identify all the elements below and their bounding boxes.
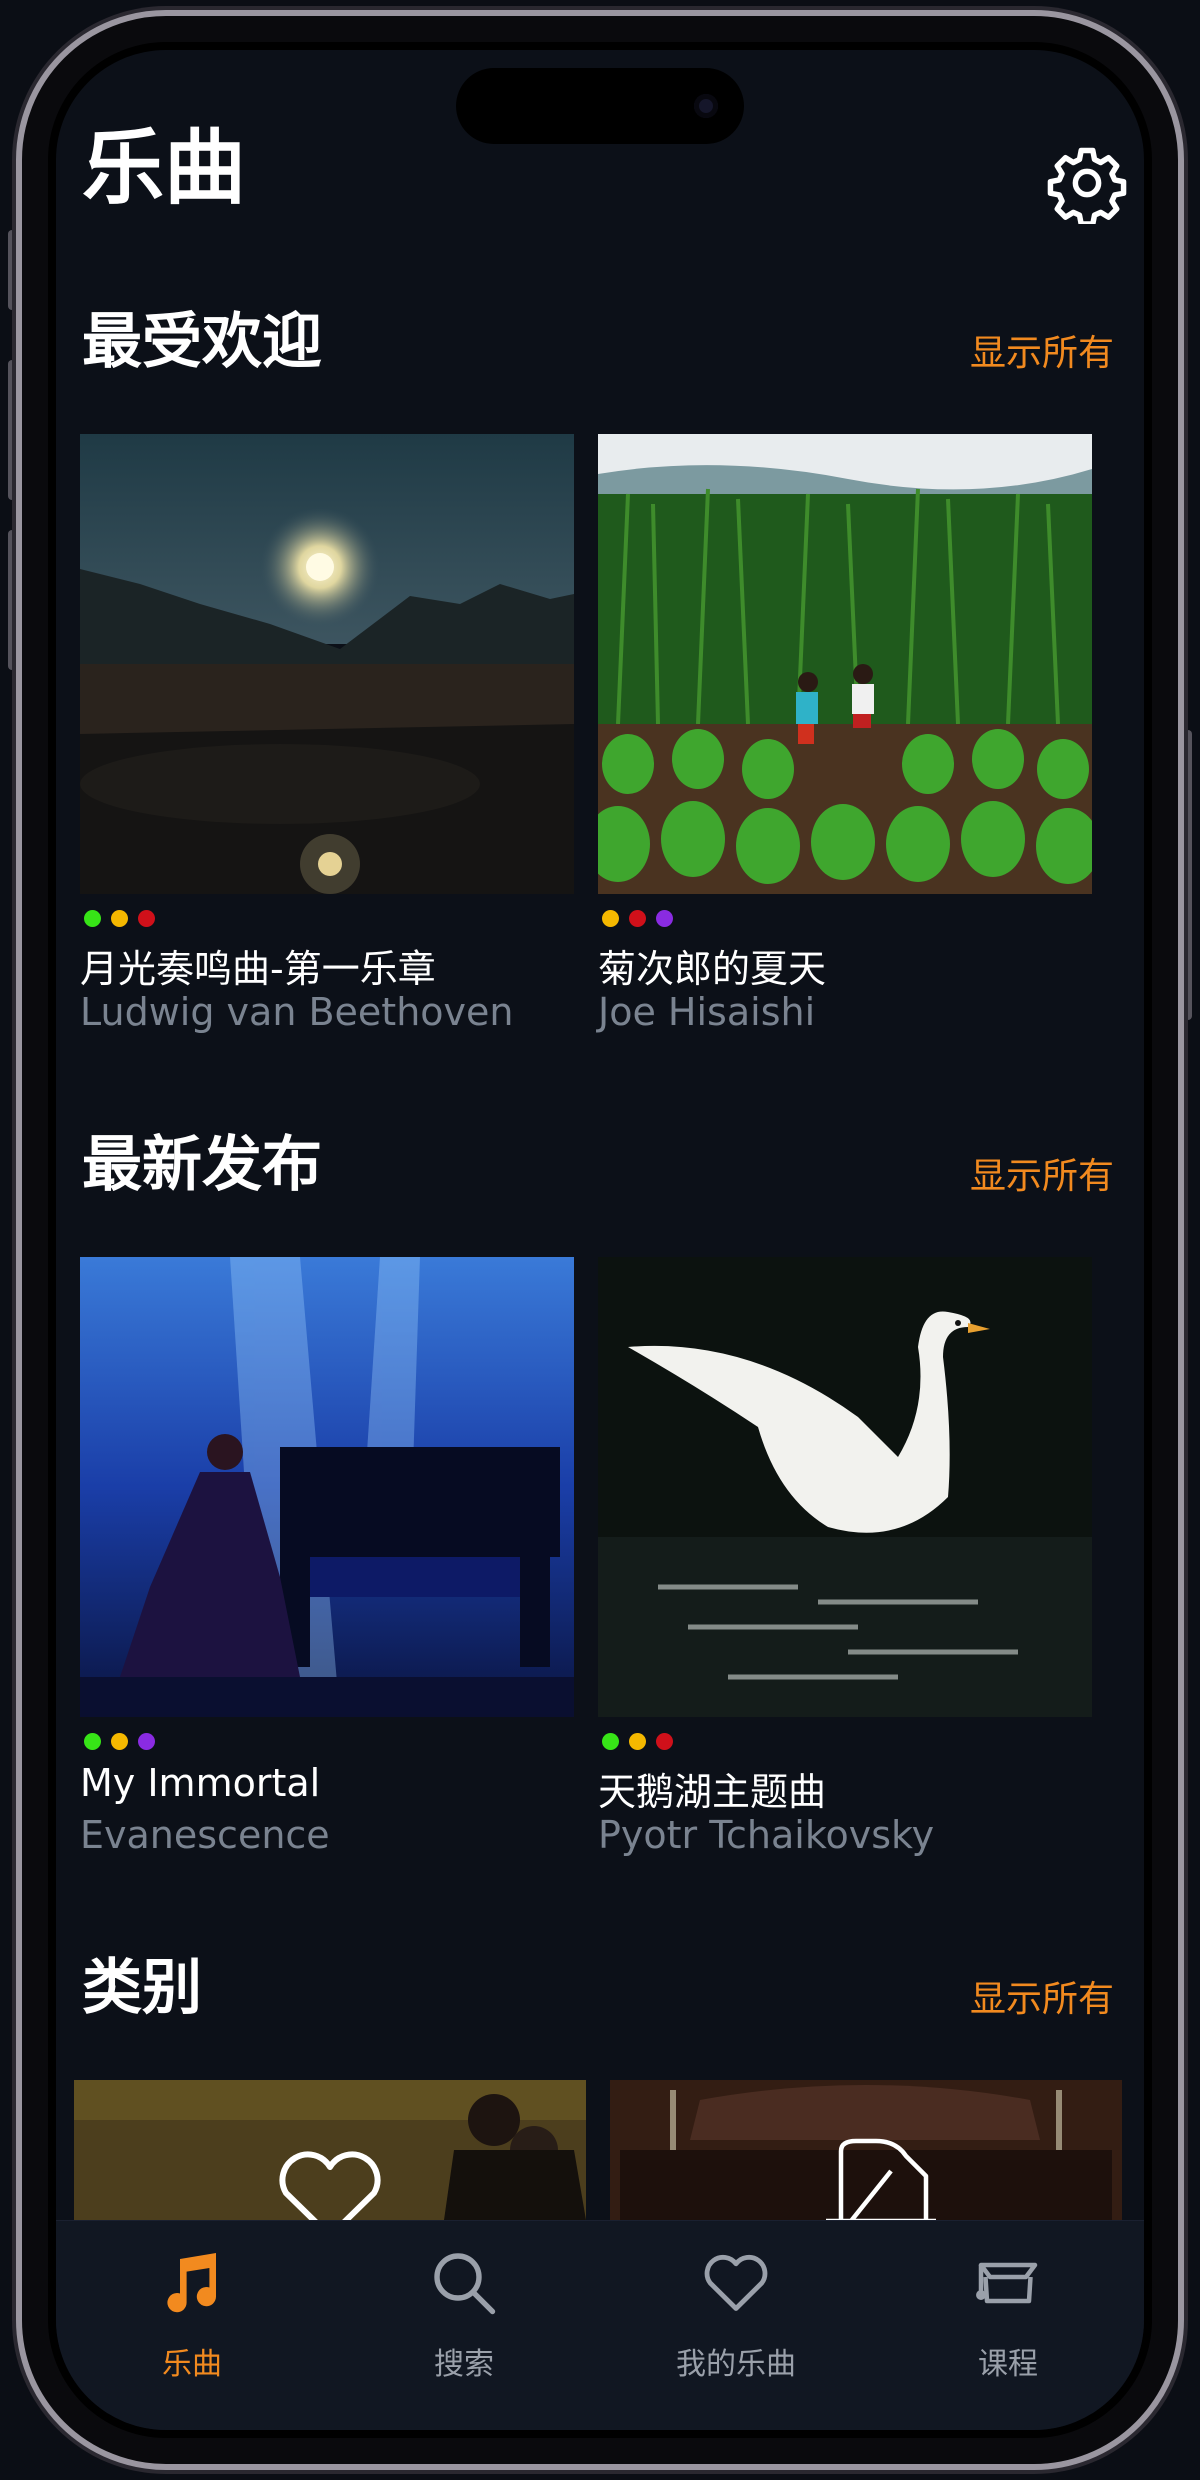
album-cover-kids-field: [598, 434, 1092, 894]
tab-music[interactable]: 乐曲: [56, 2221, 328, 2430]
music-note-icon: [167, 2253, 217, 2313]
category-card-romance[interactable]: [74, 2080, 586, 2220]
dot-yellow: [111, 1733, 128, 1750]
tab-search[interactable]: 搜索: [328, 2221, 600, 2430]
graduation-cap-icon: [976, 2262, 1038, 2304]
difficulty-dots: [84, 1733, 155, 1750]
dot-green: [84, 1733, 101, 1750]
tab-label: 乐曲: [162, 2347, 222, 2382]
tab-my-music[interactable]: 我的乐曲: [600, 2221, 872, 2430]
side-button-left-2: [8, 360, 16, 500]
album-cover-swan: [598, 1257, 1092, 1717]
side-button-left-1: [8, 230, 16, 310]
search-icon: [434, 2253, 496, 2315]
app-screen: 乐曲 最受欢迎 显示所有 月光奏鸣曲-第一乐章 Ludwig van Beeth…: [56, 50, 1144, 2430]
bottom-tab-bar: 乐曲 搜索 我的乐曲 课程: [56, 2220, 1144, 2430]
dot-purple: [138, 1733, 155, 1750]
page-title: 乐曲: [82, 121, 247, 216]
front-camera: [694, 94, 718, 118]
difficulty-dots: [84, 910, 155, 927]
dynamic-island: [456, 68, 744, 144]
album-cover-piano-stage: [80, 1257, 574, 1717]
show-all-popular-link[interactable]: 显示所有: [970, 336, 1114, 372]
section-title-categories: 类别: [82, 1953, 202, 2023]
dot-yellow: [111, 910, 128, 927]
side-button-left-3: [8, 530, 16, 670]
song-title: My Immortal: [80, 1761, 321, 1805]
piano-icon: [826, 2138, 936, 2220]
song-title: 月光奏鸣曲-第一乐章: [80, 947, 436, 991]
dot-red: [138, 910, 155, 927]
dot-red: [629, 910, 646, 927]
section-title-new: 最新发布: [82, 1130, 322, 1200]
show-all-new-link[interactable]: 显示所有: [970, 1159, 1114, 1195]
tab-label: 搜索: [434, 2347, 494, 2382]
song-artist: Joe Hisaishi: [598, 990, 816, 1034]
song-title: 天鹅湖主题曲: [598, 1770, 827, 1814]
heart-icon: [704, 2254, 768, 2311]
dot-green: [602, 1733, 619, 1750]
dot-purple: [656, 910, 673, 927]
song-artist: Pyotr Tchaikovsky: [598, 1813, 935, 1857]
album-cover-moonlit-lake: [80, 434, 574, 894]
song-title: 菊次郎的夏天: [598, 947, 827, 991]
dot-green: [84, 910, 101, 927]
difficulty-dots: [602, 910, 673, 927]
tab-label: 课程: [978, 2347, 1038, 2382]
section-title-popular: 最受欢迎: [82, 307, 322, 377]
show-all-categories-link[interactable]: 显示所有: [970, 1982, 1114, 2018]
song-artist: Evanescence: [80, 1813, 330, 1857]
tab-courses[interactable]: 课程: [872, 2221, 1144, 2430]
dot-red: [656, 1733, 673, 1750]
side-button-right: [1184, 730, 1192, 1020]
gear-icon[interactable]: [1046, 142, 1128, 224]
song-artist: Ludwig van Beethoven: [80, 990, 514, 1034]
difficulty-dots: [602, 1733, 673, 1750]
heart-icon: [279, 2151, 381, 2220]
tab-label: 我的乐曲: [676, 2347, 796, 2382]
dot-yellow: [629, 1733, 646, 1750]
dot-yellow: [602, 910, 619, 927]
category-card-piano[interactable]: [610, 2080, 1122, 2220]
